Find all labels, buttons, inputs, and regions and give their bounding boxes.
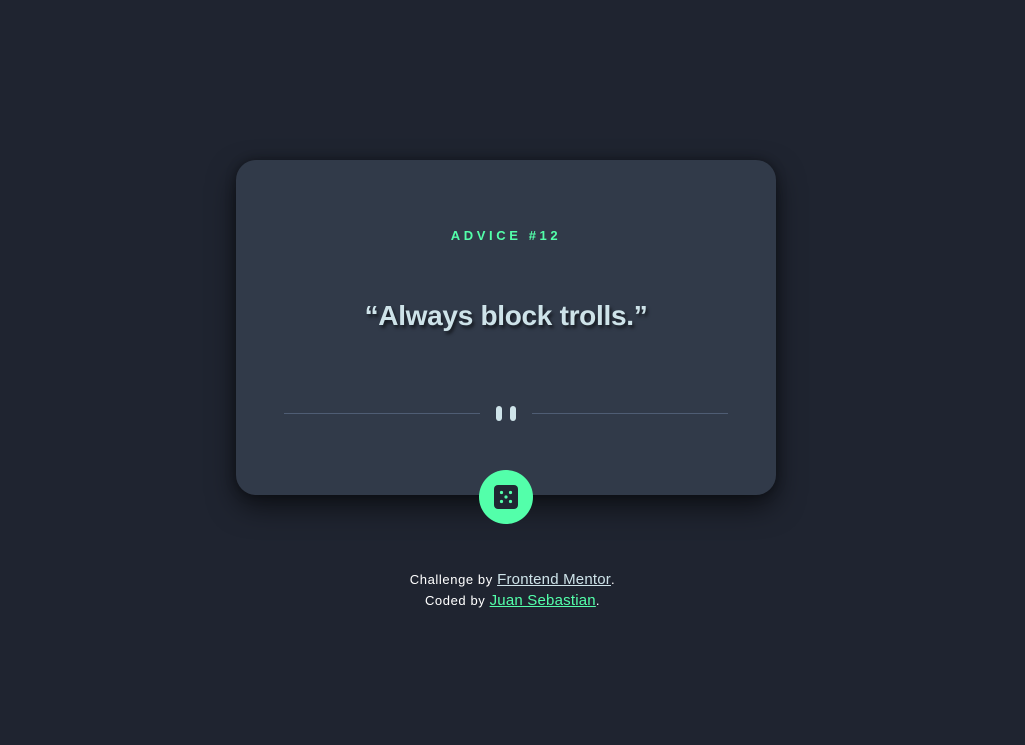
advice-label: ADVICE #12 (450, 228, 562, 243)
attribution-coded: Coded by Juan Sebastian. (0, 590, 1025, 611)
challenge-suffix: . (610, 572, 616, 587)
attribution: Challenge by Frontend Mentor. Coded by J… (0, 569, 1025, 611)
author-link[interactable]: Juan Sebastian (490, 592, 596, 609)
dice-icon (494, 485, 518, 509)
generate-advice-button[interactable] (479, 470, 533, 524)
coded-prefix: Coded by (424, 593, 490, 608)
coded-suffix: . (595, 593, 601, 608)
page: ADVICE #12 “Always block trolls.” Challe… (0, 0, 1025, 745)
divider (284, 402, 728, 424)
challenge-prefix: Challenge by (409, 572, 498, 587)
attribution-challenge: Challenge by Frontend Mentor. (0, 569, 1025, 590)
divider-line-right (532, 413, 728, 414)
advice-quote: “Always block trolls.” (364, 300, 648, 331)
pause-icon (496, 406, 516, 421)
divider-line-left (284, 413, 480, 414)
frontend-mentor-link[interactable]: Frontend Mentor (497, 571, 611, 588)
advice-card: ADVICE #12 “Always block trolls.” (236, 160, 776, 495)
